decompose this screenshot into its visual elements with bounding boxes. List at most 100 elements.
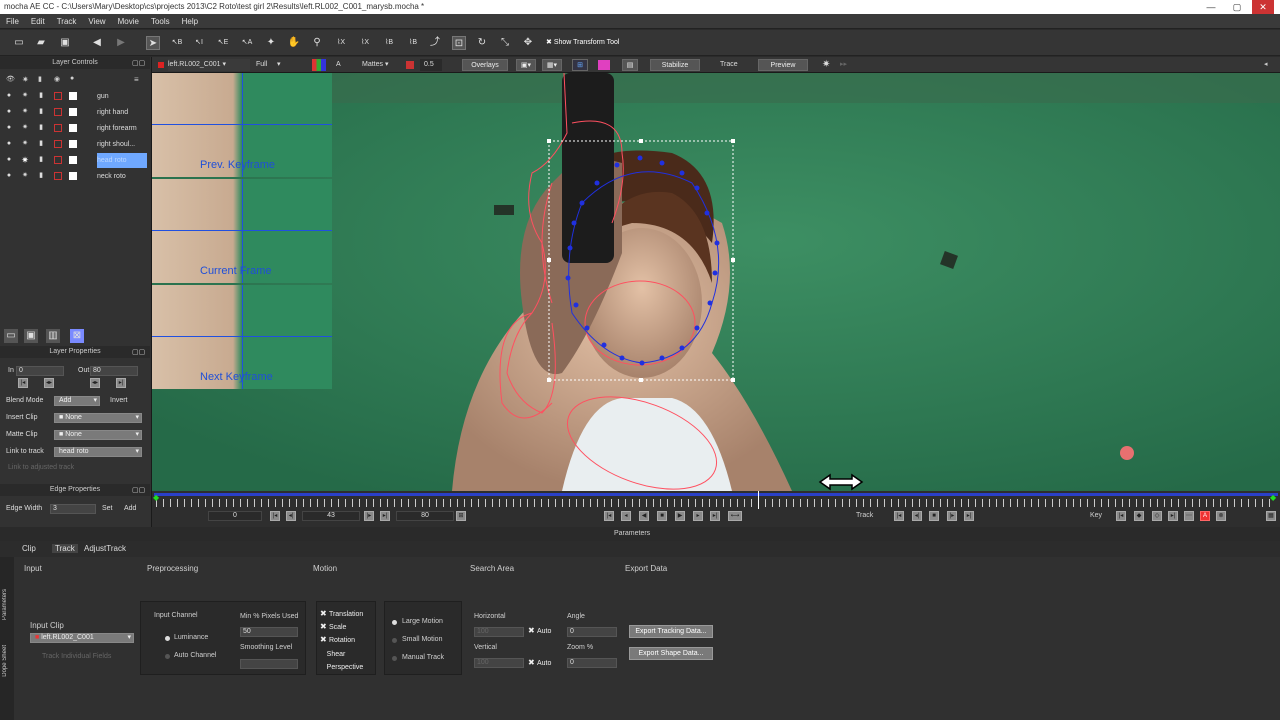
zoom-field[interactable]: 0	[567, 658, 617, 668]
key-options-icon[interactable]: ⋯	[1184, 511, 1194, 521]
play-forward-icon[interactable]: ▶	[675, 511, 685, 521]
matte-toggle[interactable]	[54, 172, 62, 180]
minimize-button[interactable]: —	[1200, 0, 1222, 14]
timeline-ruler[interactable]	[156, 499, 1276, 507]
menu-file[interactable]: File	[0, 14, 25, 29]
go-start-icon[interactable]: |◂	[604, 511, 614, 521]
auto-key-button[interactable]: A	[1200, 511, 1210, 521]
matte-toggle[interactable]	[54, 140, 62, 148]
lock-icon[interactable]: ▮	[37, 124, 45, 132]
rotation-checkbox[interactable]: ✖ Rotation	[320, 635, 355, 644]
cog-icon[interactable]: ✷	[21, 92, 29, 100]
matte-clip-dropdown[interactable]: ■ None	[54, 430, 142, 440]
edge-add-button[interactable]: Add	[124, 505, 136, 512]
matte-color-swatch[interactable]	[406, 61, 414, 69]
panel-float-icon[interactable]: ▢▢	[132, 348, 145, 356]
large-motion-radio[interactable]	[392, 620, 397, 625]
opacity-field[interactable]: 0.5	[420, 59, 442, 71]
matte-toggle[interactable]	[54, 156, 62, 164]
select-b-tool-icon[interactable]: ↖B	[170, 36, 184, 50]
add-key-icon[interactable]: ◆	[1134, 511, 1144, 521]
layer-color-swatch[interactable]	[69, 140, 77, 148]
preview-button[interactable]: Preview	[758, 59, 808, 71]
grid-dropdown[interactable]: ▦▾	[542, 59, 562, 71]
auto-channel-radio[interactable]	[165, 654, 170, 659]
timeline-track-bar[interactable]	[154, 493, 1278, 496]
out-go-icon[interactable]: ◂▸	[90, 378, 100, 388]
matte-toggle[interactable]	[54, 124, 62, 132]
next-key-icon[interactable]: ▸|	[1168, 511, 1178, 521]
current-frame-field[interactable]: 43	[302, 511, 360, 521]
set-in-icon[interactable]: |◂	[270, 511, 280, 521]
save-icon[interactable]: ▣	[58, 36, 72, 50]
luminance-radio[interactable]	[165, 636, 170, 641]
edge-width-field[interactable]: 3	[50, 504, 96, 514]
trace-button[interactable]: Trace	[720, 59, 738, 71]
hand-pan-icon[interactable]: ✋	[287, 36, 301, 50]
eye-icon[interactable]: ●	[5, 140, 13, 148]
create-bezier-icon[interactable]: ⌇B	[382, 36, 396, 50]
menu-view[interactable]: View	[82, 14, 111, 29]
cog-icon[interactable]: ✷	[21, 124, 29, 132]
perspective-checkbox[interactable]: Perspective	[320, 662, 364, 671]
stop-icon[interactable]: ■	[657, 511, 667, 521]
tab-clip[interactable]: Clip	[22, 544, 36, 553]
in-field[interactable]: 0	[16, 366, 64, 376]
cog-icon[interactable]: ✷	[21, 140, 29, 148]
add-x-spline-icon[interactable]: ⌇X	[358, 36, 372, 50]
track-back-frame-icon[interactable]: ◂|	[912, 511, 922, 521]
blend-mode-dropdown[interactable]: Add	[54, 396, 100, 406]
side-tab-parameters[interactable]: Parameters	[2, 589, 8, 620]
cog-icon[interactable]: ✷	[21, 172, 29, 180]
layer-row-right-forearm[interactable]: ● ✷ ▮ right forearm	[0, 121, 148, 136]
play-back-icon[interactable]: ◀	[639, 511, 649, 521]
layer-row-right-shoulder[interactable]: ● ✷ ▮ right shoul...	[0, 137, 148, 152]
smoothing-level-field[interactable]	[240, 659, 298, 669]
panel-float-icon[interactable]: ▢▢	[132, 59, 145, 67]
redo-icon[interactable]: ▶	[114, 36, 128, 50]
surface-icon[interactable]: ⊞	[572, 59, 588, 71]
scale-checkbox[interactable]: ✖ Scale	[320, 622, 346, 631]
lock-transform-icon[interactable]: ⊡	[452, 36, 466, 50]
alpha-toggle[interactable]: A	[336, 59, 341, 71]
layer-color-swatch[interactable]	[69, 108, 77, 116]
layer-row-head-roto[interactable]: ● ✷ ▮ head roto	[0, 153, 148, 168]
color-swatch-magenta[interactable]	[598, 60, 610, 70]
create-x-spline-icon[interactable]: ⌇X	[334, 36, 348, 50]
in-point-marker[interactable]: ◆	[153, 493, 159, 502]
select-e-tool-icon[interactable]: ↖E	[216, 36, 230, 50]
select-i-tool-icon[interactable]: ↖I	[192, 36, 206, 50]
insert-clip-dropdown[interactable]: ■ None	[54, 413, 142, 423]
layer-row-right-hand[interactable]: ● ✷ ▮ right hand	[0, 105, 148, 120]
go-end-icon[interactable]: ▸|	[710, 511, 720, 521]
list-menu-icon[interactable]: ≡	[134, 75, 139, 84]
view-mode-dropdown[interactable]: ▣▾	[516, 59, 536, 71]
step-forward-icon[interactable]: ▸	[693, 511, 703, 521]
tab-adjust-track[interactable]: AdjustTrack	[84, 544, 126, 553]
open-folder-icon[interactable]: ▰	[34, 36, 48, 50]
lock-icon[interactable]: ▮	[37, 172, 45, 180]
lock-icon[interactable]: ▮	[37, 108, 45, 116]
export-tracking-data-button[interactable]: Export Tracking Data...	[629, 625, 713, 638]
angle-field[interactable]: 0	[567, 627, 617, 637]
pick-tool-icon[interactable]: ➤	[146, 36, 160, 50]
eye-icon[interactable]: ●	[5, 108, 13, 116]
menu-help[interactable]: Help	[176, 14, 204, 29]
tab-track[interactable]: Track	[52, 544, 78, 553]
resolution-dropdown[interactable]: Full ▾	[256, 59, 302, 71]
matte-toggle[interactable]	[54, 92, 62, 100]
export-shape-data-button[interactable]: Export Shape Data...	[629, 647, 713, 660]
key-settings-icon[interactable]: ▦	[1266, 511, 1276, 521]
cog-icon[interactable]: ✷	[21, 108, 29, 116]
layer-row-gun[interactable]: ● ✷ ▮ gun	[0, 89, 148, 104]
track-stop-icon[interactable]: ■	[929, 511, 939, 521]
maximize-button[interactable]: ▢	[1226, 0, 1248, 14]
vertical-auto-checkbox[interactable]: ✖ Auto	[528, 658, 551, 667]
out-set-icon[interactable]: ▸|	[116, 378, 126, 388]
horizontal-auto-checkbox[interactable]: ✖ Auto	[528, 626, 551, 635]
layer-row-neck-roto[interactable]: ● ✷ ▮ neck roto	[0, 169, 148, 184]
select-a-tool-icon[interactable]: ↖A	[240, 36, 254, 50]
manual-track-radio[interactable]	[392, 656, 397, 661]
move-icon[interactable]: ✥	[521, 36, 535, 50]
step-back-icon[interactable]: ◂	[621, 511, 631, 521]
